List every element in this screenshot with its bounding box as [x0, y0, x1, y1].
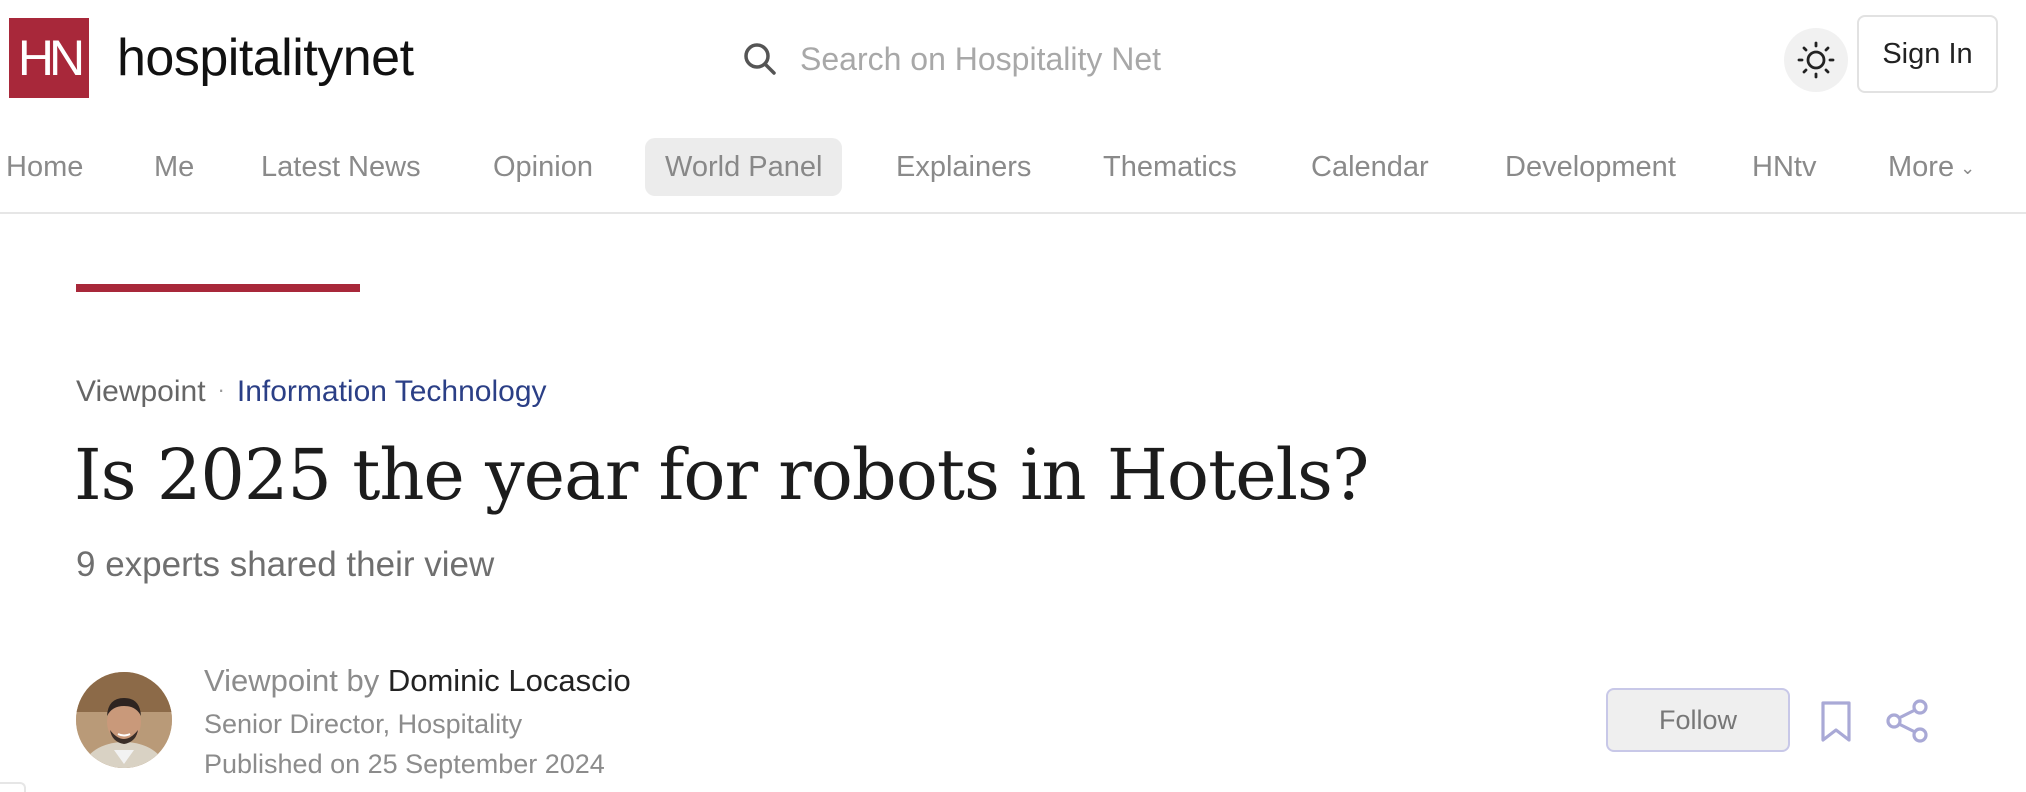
publish-date: Published on 25 September 2024	[204, 749, 605, 779]
category-link[interactable]: Information Technology	[237, 375, 547, 408]
nav-item-latest-news[interactable]: Latest News	[241, 138, 441, 196]
bookmark-icon[interactable]	[1818, 700, 1854, 744]
author-photo	[76, 672, 172, 768]
nav-item-calendar[interactable]: Calendar	[1291, 138, 1449, 196]
nav-item-home[interactable]: Home	[0, 138, 103, 196]
divider	[0, 782, 26, 792]
meta-separator: ·	[217, 377, 225, 402]
nav-item-hntv[interactable]: HNtv	[1732, 138, 1836, 196]
nav-item-explainers[interactable]: Explainers	[876, 138, 1051, 196]
byline-prefix: Viewpoint by	[204, 663, 380, 698]
nav-item-thematics[interactable]: Thematics	[1083, 138, 1257, 196]
logo-text[interactable]: hospitalitynet	[117, 22, 414, 94]
author-role: Senior Director, Hospitality	[204, 709, 523, 739]
nav-item-world-panel[interactable]: World Panel	[645, 138, 843, 196]
author-byline: Viewpoint by Dominic Locascio	[204, 660, 631, 702]
follow-button[interactable]: Follow	[1606, 688, 1790, 752]
chevron-down-icon: ⌄	[1960, 158, 1976, 178]
search-icon[interactable]	[740, 39, 780, 79]
author-name[interactable]: Dominic Locascio	[388, 663, 631, 698]
theme-toggle-button[interactable]	[1784, 28, 1848, 92]
page-subtitle: 9 experts shared their view	[76, 545, 495, 584]
article-meta: Viewpoint · Information Technology	[76, 372, 547, 414]
sign-in-button[interactable]: Sign In	[1857, 15, 1998, 93]
site-header: HN hospitalitynet Sign In	[0, 0, 2026, 118]
article-type: Viewpoint	[76, 375, 206, 408]
page-title: Is 2025 the year for robots in Hotels?	[74, 434, 1369, 516]
nav-item-opinion[interactable]: Opinion	[473, 138, 613, 196]
search-bar[interactable]	[740, 30, 1260, 88]
nav-item-development[interactable]: Development	[1485, 138, 1696, 196]
logo-mark[interactable]: HN	[9, 18, 89, 98]
accent-bar	[76, 284, 360, 292]
nav-more-label: More	[1888, 151, 1955, 183]
nav-item-me[interactable]: Me	[134, 138, 214, 196]
search-input[interactable]	[800, 40, 1240, 78]
sun-icon	[1797, 41, 1835, 79]
avatar[interactable]	[76, 672, 172, 768]
nav-item-more[interactable]: More ⌄	[1868, 138, 1995, 196]
main-nav: Home Me Latest News Opinion World Panel …	[0, 134, 2026, 214]
share-icon[interactable]	[1884, 698, 1930, 744]
